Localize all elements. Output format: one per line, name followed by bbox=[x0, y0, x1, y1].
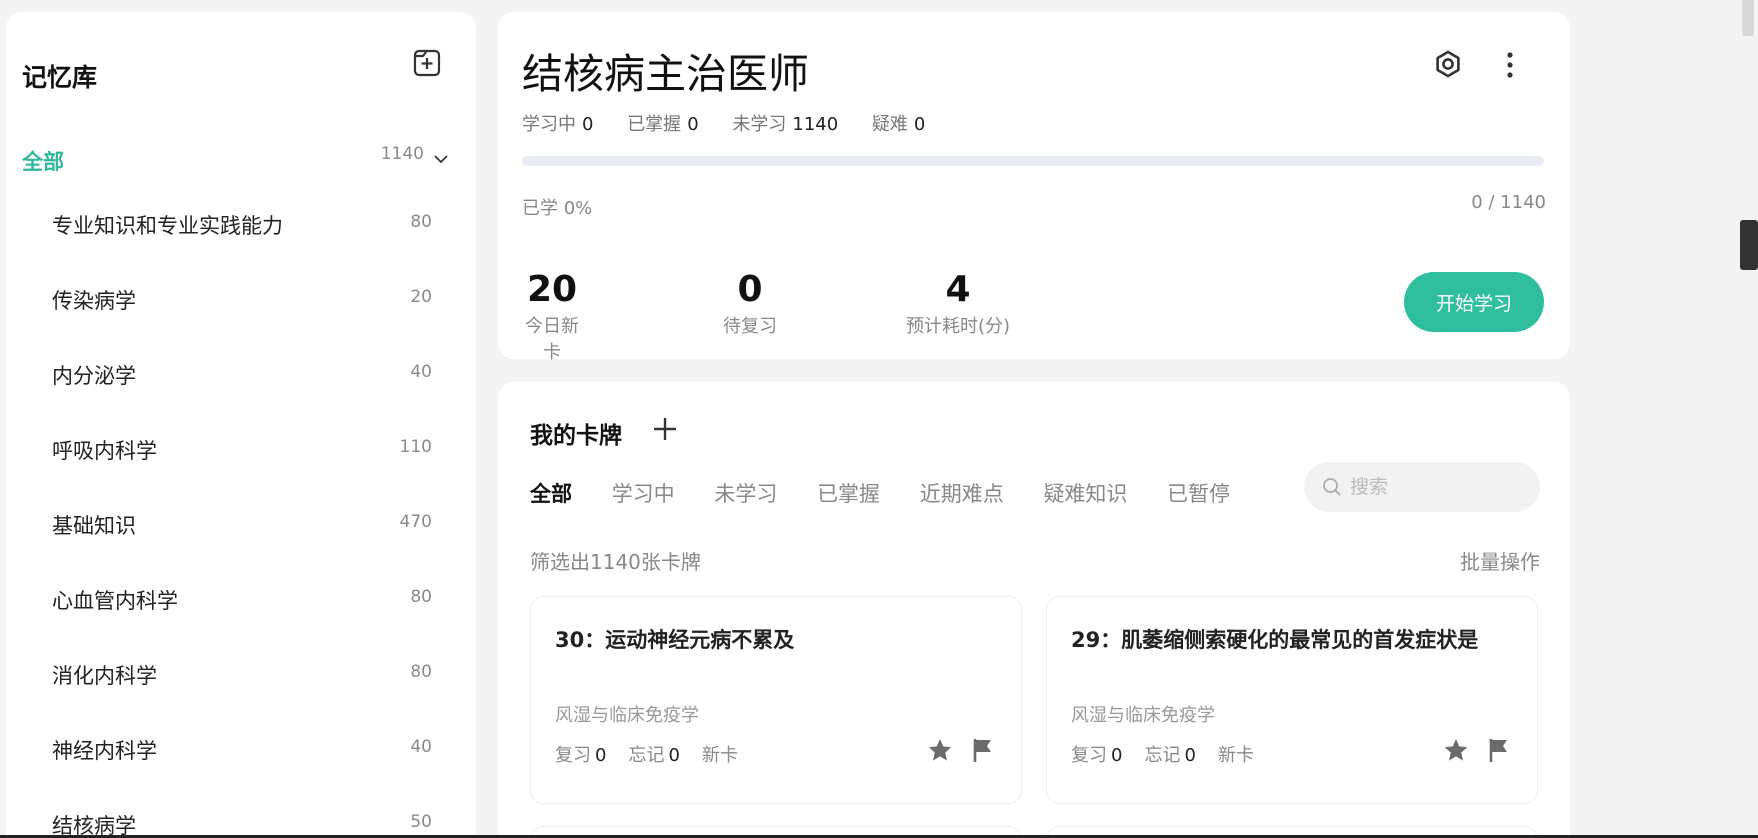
stat-value: 4 bbox=[945, 269, 971, 310]
chevron-down-icon[interactable] bbox=[432, 150, 450, 168]
tab-difficult[interactable]: 疑难知识 bbox=[1043, 478, 1127, 508]
sidebar-item-count: 20 bbox=[410, 287, 432, 307]
sidebar-item-count: 50 bbox=[410, 812, 432, 832]
search-icon bbox=[1323, 478, 1341, 496]
flag-icon[interactable] bbox=[1487, 737, 1511, 763]
tab-paused[interactable]: 已暂停 bbox=[1167, 478, 1230, 508]
card-subject: 风湿与临床免疫学 bbox=[555, 705, 699, 726]
card-title: 30：运动神经元病不累及 bbox=[555, 628, 795, 652]
status-summary: 学习中 0 已掌握 0 未学习 1140 疑难 0 bbox=[522, 110, 953, 136]
sidebar-item-label: 基础知识 bbox=[52, 514, 136, 538]
search-input[interactable] bbox=[1350, 472, 1520, 502]
card-meta: 复习 0 忘记 0 新卡 bbox=[1071, 745, 1254, 766]
sidebar-item-count: 470 bbox=[399, 512, 432, 532]
eye-icon bbox=[1436, 50, 1460, 78]
new-deck-button[interactable] bbox=[410, 46, 444, 80]
stat-label: 待复习 bbox=[723, 316, 777, 337]
card-title: 29：肌萎缩侧索硬化的最常见的首发症状是 bbox=[1071, 628, 1479, 652]
status-learning[interactable]: 学习中 0 bbox=[522, 114, 593, 135]
batch-operation-button[interactable]: 批量操作 bbox=[1460, 546, 1540, 575]
start-learning-button[interactable]: 开始学习 bbox=[1404, 272, 1544, 332]
status-difficult[interactable]: 疑难 0 bbox=[872, 114, 925, 135]
filter-summary: 筛选出1140张卡牌 bbox=[530, 550, 701, 574]
sidebar-title: 记忆库 bbox=[22, 63, 98, 92]
stat-value: 0 bbox=[737, 269, 763, 310]
sidebar-item-count: 1140 bbox=[380, 144, 424, 164]
sidebar-item-label: 内分泌学 bbox=[52, 364, 136, 388]
card-subject: 风湿与临床免疫学 bbox=[1071, 705, 1215, 726]
tab-mastered[interactable]: 已掌握 bbox=[817, 478, 880, 508]
add-card-button[interactable] bbox=[652, 416, 678, 442]
scrollbar-thumb[interactable] bbox=[1740, 220, 1758, 270]
sidebar-item-5[interactable]: 心血管内科学 80 bbox=[52, 573, 432, 623]
sidebar-item-count: 80 bbox=[410, 587, 432, 607]
status-mastered[interactable]: 已掌握 0 bbox=[627, 114, 698, 135]
sidebar-item-count: 40 bbox=[410, 362, 432, 382]
sidebar-item-1[interactable]: 传染病学 20 bbox=[52, 273, 432, 323]
card-meta: 复习 0 忘记 0 新卡 bbox=[555, 745, 738, 766]
deck-sidebar: 记忆库 全部 1140 专业知识和专业实践能力 80 传染病学 20 内分泌学 … bbox=[6, 12, 476, 838]
sidebar-item-label: 心血管内科学 bbox=[52, 589, 178, 613]
progress-count: 0 / 1140 bbox=[1471, 192, 1546, 213]
sidebar-item-all[interactable]: 全部 1140 bbox=[22, 132, 462, 180]
card-item-0[interactable]: 30：运动神经元病不累及 风湿与临床免疫学 复习 0 忘记 0 新卡 bbox=[530, 596, 1022, 804]
sidebar-item-7[interactable]: 神经内科学 40 bbox=[52, 723, 432, 773]
tab-unlearned[interactable]: 未学习 bbox=[714, 478, 777, 508]
card-filter-tabs: 全部 学习中 未学习 已掌握 近期难点 疑难知识 已暂停 bbox=[530, 478, 1263, 508]
stat-review: 0 待复习 bbox=[720, 270, 780, 338]
more-options-button[interactable] bbox=[1500, 48, 1520, 82]
sidebar-item-8[interactable]: 结核病学 50 bbox=[52, 798, 432, 838]
sidebar-item-label: 传染病学 bbox=[52, 289, 136, 313]
sidebar-item-label: 神经内科学 bbox=[52, 739, 157, 763]
sidebar-item-label: 专业知识和专业实践能力 bbox=[52, 214, 283, 238]
my-cards-panel: 我的卡牌 全部 学习中 未学习 已掌握 近期难点 疑难知识 已暂停 筛选出114… bbox=[498, 382, 1570, 838]
sidebar-item-count: 80 bbox=[410, 662, 432, 682]
sidebar-item-6[interactable]: 消化内科学 80 bbox=[52, 648, 432, 698]
star-icon[interactable] bbox=[927, 737, 953, 763]
sidebar-item-4[interactable]: 基础知识 470 bbox=[52, 498, 432, 548]
sidebar-item-count: 80 bbox=[410, 212, 432, 232]
scrollbar-top[interactable] bbox=[1742, 0, 1754, 36]
stat-new-cards: 20 今日新卡 bbox=[520, 270, 584, 364]
progress-bar bbox=[522, 156, 1544, 166]
stat-label: 今日新卡 bbox=[525, 316, 579, 363]
more-vertical-icon bbox=[1507, 52, 1513, 78]
plus-icon bbox=[654, 418, 676, 440]
sidebar-item-3[interactable]: 呼吸内科学 110 bbox=[52, 423, 432, 473]
search-box[interactable] bbox=[1304, 462, 1540, 512]
status-unlearned[interactable]: 未学习 1140 bbox=[732, 114, 838, 135]
stat-value: 20 bbox=[526, 269, 578, 310]
sidebar-item-count: 40 bbox=[410, 737, 432, 757]
learned-percent: 已学 0% bbox=[522, 198, 593, 219]
sidebar-item-label: 呼吸内科学 bbox=[52, 439, 157, 463]
sidebar-item-label: 全部 bbox=[22, 150, 64, 174]
star-icon[interactable] bbox=[1443, 737, 1469, 763]
tab-all[interactable]: 全部 bbox=[530, 478, 572, 508]
visibility-button[interactable] bbox=[1430, 46, 1466, 82]
sidebar-item-0[interactable]: 专业知识和专业实践能力 80 bbox=[52, 198, 432, 248]
sidebar-item-2[interactable]: 内分泌学 40 bbox=[52, 348, 432, 398]
section-title: 我的卡牌 bbox=[530, 423, 622, 449]
deck-overview: 结核病主治医师 学习中 0 已掌握 0 未学习 1140 疑难 0 已学 0% 0 / … bbox=[498, 12, 1570, 363]
sidebar-item-label: 消化内科学 bbox=[52, 664, 157, 688]
page-title: 结核病主治医师 bbox=[522, 50, 809, 98]
sidebar-item-count: 110 bbox=[399, 437, 432, 457]
scrollbar-track[interactable] bbox=[1738, 0, 1758, 838]
stat-label: 预计耗时(分) bbox=[905, 316, 1011, 337]
flag-icon[interactable] bbox=[971, 737, 995, 763]
add-folder-icon bbox=[413, 49, 441, 77]
sidebar-item-label: 结核病学 bbox=[52, 814, 136, 838]
card-item-1[interactable]: 29：肌萎缩侧索硬化的最常见的首发症状是 风湿与临床免疫学 复习 0 忘记 0 新卡 bbox=[1046, 596, 1538, 804]
tab-learning[interactable]: 学习中 bbox=[612, 478, 675, 508]
stat-estimated-time: 4 预计耗时(分) bbox=[900, 270, 1016, 338]
tab-recent-hard[interactable]: 近期难点 bbox=[920, 478, 1004, 508]
